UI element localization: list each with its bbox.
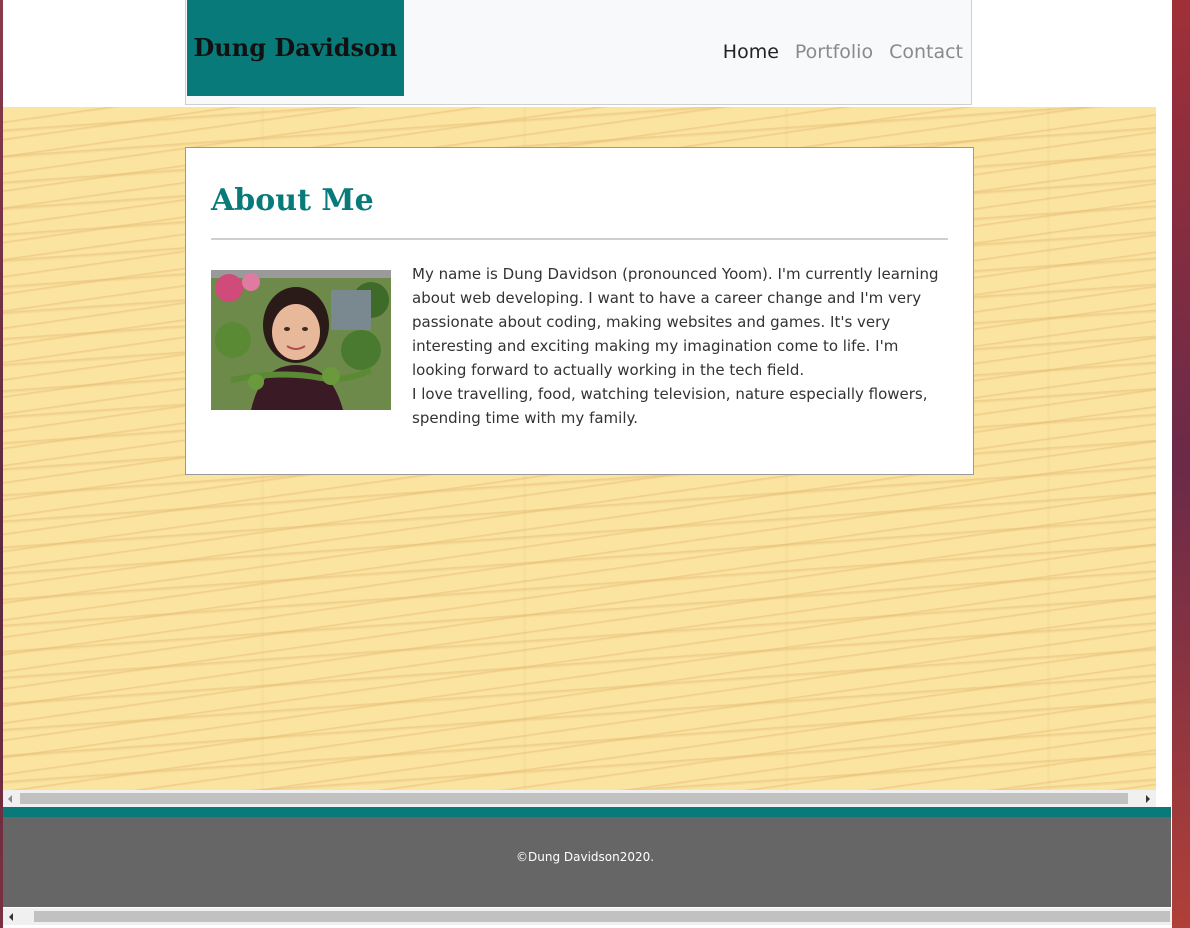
nav-links: Home Portfolio Contact [723, 41, 963, 63]
navbar: Dung Davidson Home Portfolio Contact [185, 0, 972, 105]
brand-logo[interactable]: Dung Davidson [187, 0, 404, 96]
about-title: About Me [211, 183, 374, 218]
about-text: My name is Dung Davidson (pronounced Yoo… [412, 262, 942, 430]
profile-photo-drawing [211, 270, 391, 410]
scroll-right-arrow-icon[interactable] [1146, 795, 1150, 803]
nav-contact-link[interactable]: Contact [889, 41, 963, 63]
about-divider [211, 238, 948, 240]
about-paragraph: I love travelling, food, watching televi… [412, 385, 928, 427]
scrollbar-thumb[interactable] [34, 911, 1170, 922]
page-right-margin [1156, 0, 1172, 807]
footer-copyright: ©Dung Davidson2020. [516, 850, 655, 864]
nav-portfolio-link[interactable]: Portfolio [795, 41, 873, 63]
inner-horizontal-scrollbar[interactable] [3, 790, 1156, 807]
footer-accent-bar [3, 807, 1171, 817]
about-card: About Me My name is Dung Davidson (prono… [185, 147, 974, 475]
nav-home-link[interactable]: Home [723, 41, 779, 63]
page-horizontal-scrollbar[interactable] [3, 908, 1172, 925]
scroll-left-arrow-icon[interactable] [8, 795, 12, 803]
footer: ©Dung Davidson2020. [3, 817, 1171, 907]
scroll-left-arrow-icon[interactable] [9, 913, 13, 921]
scrollbar-thumb[interactable] [20, 793, 1128, 804]
profile-photo [211, 270, 391, 410]
about-paragraph: My name is Dung Davidson (pronounced Yoo… [412, 265, 939, 379]
window-edge-right [1172, 0, 1190, 928]
